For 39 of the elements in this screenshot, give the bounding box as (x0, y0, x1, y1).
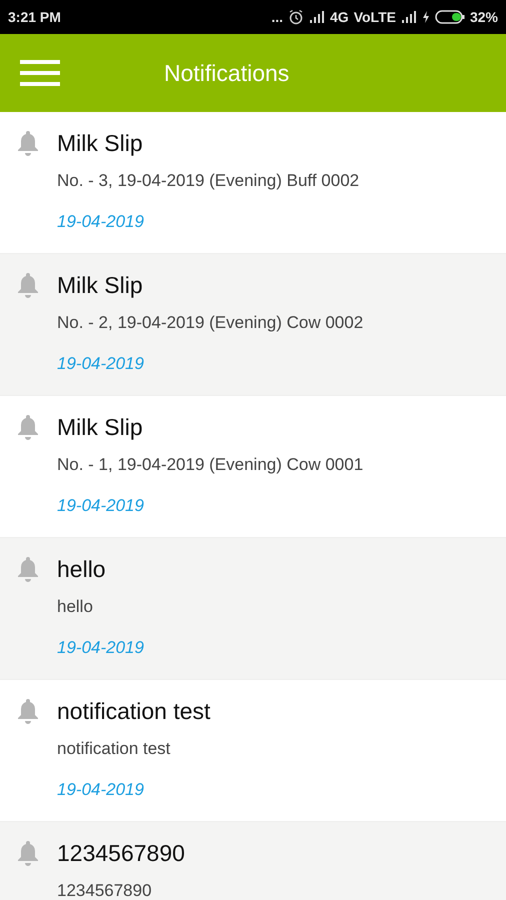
notification-title: Milk Slip (57, 271, 143, 300)
notification-title: Milk Slip (57, 413, 143, 442)
notification-item[interactable]: hello hello 19-04-2019 (0, 538, 506, 680)
notification-title: 1234567890 (57, 839, 185, 868)
battery-percent: 32% (470, 9, 498, 25)
notification-message: No. - 2, 19-04-2019 (Evening) Cow 0002 (57, 313, 364, 333)
notification-item[interactable]: Milk Slip No. - 2, 19-04-2019 (Evening) Cow 0002 19-04-2019 (0, 254, 506, 396)
battery-icon (434, 10, 465, 24)
signal-icon (400, 11, 417, 23)
notification-date: 19-04-2019 (57, 496, 144, 516)
notification-date: 19-04-2019 (57, 638, 144, 658)
notification-message: 1234567890 (57, 881, 152, 900)
notification-title: hello (57, 555, 106, 584)
notification-message: No. - 3, 19-04-2019 (Evening) Buff 0002 (57, 171, 360, 191)
network-type: 4G (330, 9, 349, 25)
volte-label: VoLTE (354, 9, 396, 25)
notification-message: No. - 1, 19-04-2019 (Evening) Cow 0001 (57, 455, 364, 475)
bell-icon (16, 698, 40, 724)
charging-icon (422, 11, 430, 23)
menu-button[interactable] (20, 59, 60, 87)
screen-title: Notifications (164, 60, 290, 86)
notification-message: notification test (57, 739, 170, 759)
notification-title: notification test (57, 697, 210, 726)
bell-icon (16, 556, 40, 582)
alarm-clock-icon (288, 9, 304, 25)
notification-date: 19-04-2019 (57, 212, 144, 232)
bell-icon (16, 414, 40, 440)
notification-title: Milk Slip (57, 129, 143, 158)
bell-icon (16, 130, 40, 156)
menu-icon (20, 59, 60, 87)
notification-date: 19-04-2019 (57, 780, 144, 800)
signal-icon (309, 11, 326, 23)
status-time: 3:21 PM (8, 9, 61, 25)
notification-message: hello (57, 597, 93, 617)
bell-icon (16, 840, 40, 866)
more-indicator: ... (271, 9, 284, 25)
notification-date: 19-04-2019 (57, 354, 144, 374)
notification-item[interactable]: 1234567890 1234567890 (0, 822, 506, 900)
bell-icon (16, 272, 40, 298)
